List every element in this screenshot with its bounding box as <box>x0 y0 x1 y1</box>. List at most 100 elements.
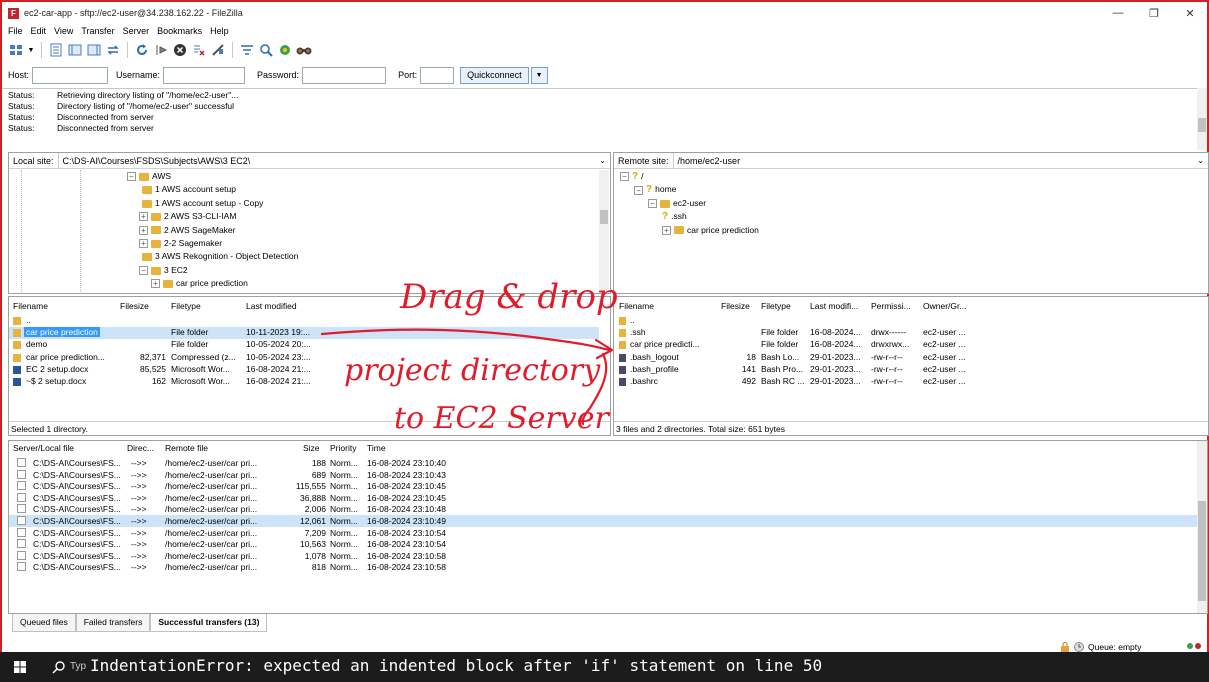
tree-node[interactable]: −? home <box>634 183 676 196</box>
port-input[interactable] <box>420 66 455 84</box>
tree-node[interactable]: + car price prediction <box>662 224 759 237</box>
process-queue-icon[interactable] <box>153 42 169 58</box>
tree-node[interactable]: 1 AWS account setup - Copy <box>139 197 263 210</box>
file-row[interactable]: car price prediction File folder 10-11-202… <box>9 327 599 340</box>
col-permissions[interactable]: Permissi... <box>871 297 911 315</box>
col-last-modified[interactable]: Last modifi... <box>810 297 858 315</box>
checkbox[interactable] <box>17 481 26 491</box>
local-tree-scrollbar[interactable] <box>599 170 609 293</box>
local-site-path[interactable]: C:\DS-AI\Courses\FSDS\Subjects\AWS\3 EC2… <box>59 156 600 166</box>
tree-node[interactable]: +2 AWS S3-CLI-IAM <box>139 210 236 223</box>
cancel-icon[interactable] <box>172 42 188 58</box>
menu-transfer[interactable]: Transfer <box>81 26 114 40</box>
disconnect-icon[interactable] <box>210 42 226 58</box>
checkbox[interactable] <box>17 539 26 549</box>
menu-view[interactable]: View <box>54 26 73 40</box>
tab-failed-transfers[interactable]: Failed transfers <box>75 614 151 632</box>
checkbox[interactable] <box>17 458 26 467</box>
local-tree-scroll-thumb[interactable] <box>600 210 608 224</box>
checkbox[interactable] <box>17 492 26 502</box>
queue-row[interactable]: C:\DS-AI\Courses\FS... -->> /home/ec2-user… <box>9 492 1197 504</box>
menu-bookmarks[interactable]: Bookmarks <box>157 26 202 40</box>
checkbox[interactable] <box>17 516 26 525</box>
chevron-down-icon[interactable]: ⌄ <box>1197 156 1208 165</box>
maximize-button[interactable]: ❐ <box>1136 2 1172 24</box>
file-row[interactable]: demo File folder 10-05-2024 20:... <box>9 339 599 351</box>
collapse-icon[interactable]: − <box>634 185 643 195</box>
filter-icon[interactable] <box>239 42 255 58</box>
site-manager-icon[interactable] <box>8 42 24 58</box>
remote-site-path[interactable]: /home/ec2-user <box>674 156 1198 166</box>
col-remote-file[interactable]: Remote file <box>165 443 208 453</box>
col-owner-group[interactable]: Owner/Gr... <box>923 297 966 315</box>
checkbox[interactable] <box>17 504 26 514</box>
col-filetype[interactable]: Filetype <box>761 297 791 315</box>
password-input[interactable] <box>302 66 387 84</box>
menu-file[interactable]: File <box>8 26 23 40</box>
windows-start-icon[interactable] <box>14 661 26 673</box>
queue-row[interactable]: C:\DS-AI\Courses\FS... -->> /home/ec2-user… <box>9 480 1197 492</box>
col-filetype[interactable]: Filetype <box>171 297 201 315</box>
tree-node[interactable]: − AWS <box>127 170 171 183</box>
queue-row[interactable]: C:\DS-AI\Courses\FS... -->> /home/ec2-user… <box>9 538 1197 550</box>
col-filename[interactable]: Filename <box>619 297 654 315</box>
queue-row[interactable]: C:\DS-AI\Courses\FS... -->> /home/ec2-user… <box>9 561 1197 573</box>
menu-edit[interactable]: Edit <box>31 26 47 40</box>
log-scroll-thumb[interactable] <box>1198 118 1206 132</box>
expand-icon[interactable]: + <box>139 239 148 249</box>
tree-node[interactable]: + car price prediction <box>151 277 248 290</box>
checkbox[interactable] <box>17 527 26 537</box>
queue-row[interactable]: C:\DS-AI\Courses\FS... -->> /home/ec2-user… <box>9 457 1197 469</box>
taskbar-search-text[interactable]: Typ <box>70 661 86 672</box>
col-filesize[interactable]: Filesize <box>120 297 149 315</box>
chevron-down-icon[interactable]: ⌄ <box>599 156 610 165</box>
col-direction[interactable]: Direc... <box>127 443 154 453</box>
file-row[interactable]: .ssh File folder 16-08-2024... drwx------ ec… <box>614 327 1204 339</box>
checkbox[interactable] <box>17 550 26 560</box>
tree-node[interactable]: +2 AWS SageMaker <box>139 224 236 237</box>
tab-successful-transfers[interactable]: Successful transfers (13) <box>150 614 268 632</box>
file-row[interactable]: car price prediction... 82,371 Compressed … <box>9 352 599 364</box>
username-input[interactable] <box>163 66 246 84</box>
expand-icon[interactable]: + <box>662 225 671 235</box>
tree-node[interactable]: − ec2-user <box>648 197 706 210</box>
queue-row[interactable]: C:\DS-AI\Courses\FS... -->> /home/ec2-user… <box>9 469 1197 481</box>
tree-node[interactable]: −? / <box>620 170 643 183</box>
collapse-icon[interactable]: − <box>127 172 136 182</box>
host-input[interactable] <box>32 66 109 84</box>
expand-icon[interactable]: + <box>139 225 148 235</box>
queue-row[interactable]: C:\DS-AI\Courses\FS... -->> /home/ec2-user… <box>9 527 1197 539</box>
file-row[interactable]: ~$ 2 setup.docx 162 Microsoft Wor... 16-08-… <box>9 376 599 388</box>
file-row[interactable]: car price predicti... File folder 16-08-20… <box>614 339 1204 351</box>
message-log-icon[interactable] <box>48 42 64 58</box>
queue-scroll-thumb[interactable] <box>1198 501 1206 601</box>
tree-node[interactable]: 3 AWS Rekognition - Object Detection <box>139 250 298 263</box>
queue-row[interactable]: C:\DS-AI\Courses\FS... -->> /home/ec2-user… <box>9 515 1197 527</box>
search-icon[interactable] <box>296 42 312 58</box>
expand-icon[interactable]: + <box>151 279 160 289</box>
log-scrollbar[interactable] <box>1197 88 1207 150</box>
remote-tree-icon[interactable] <box>86 42 102 58</box>
col-server-local-file[interactable]: Server/Local file <box>13 443 74 453</box>
menu-server[interactable]: Server <box>123 26 150 40</box>
refresh-icon[interactable] <box>134 42 150 58</box>
cancel-queue-icon[interactable] <box>191 42 207 58</box>
quickconnect-dropdown[interactable]: ▼ <box>530 66 548 84</box>
collapse-icon[interactable]: − <box>620 172 629 182</box>
tree-node[interactable]: 1 AWS account setup <box>139 183 236 196</box>
queue-scrollbar[interactable] <box>1197 441 1207 613</box>
file-row[interactable]: .bash_profile Bash Pro... 29-01-2023... -rw… <box>614 364 1204 376</box>
tree-node[interactable]: ? .ssh <box>662 210 687 223</box>
file-row[interactable]: .bash_logout Bash Lo... 29-01-2023... -rw-r… <box>614 352 1204 364</box>
queue-row[interactable]: C:\DS-AI\Courses\FS... -->> /home/ec2-user… <box>9 503 1197 515</box>
dropdown-icon[interactable]: ▼ <box>27 42 35 58</box>
sync-icon[interactable] <box>277 42 293 58</box>
col-priority[interactable]: Priority <box>330 443 356 453</box>
checkbox[interactable] <box>17 469 26 479</box>
tree-node[interactable]: +2-2 Sagemaker <box>139 237 222 250</box>
tree-node[interactable]: − 3 EC2 <box>139 264 188 277</box>
col-size[interactable]: Size <box>303 443 320 453</box>
collapse-icon[interactable]: − <box>648 199 657 208</box>
close-button[interactable]: ✕ <box>1172 2 1208 24</box>
queue-row[interactable]: C:\DS-AI\Courses\FS... -->> /home/ec2-user… <box>9 550 1197 562</box>
